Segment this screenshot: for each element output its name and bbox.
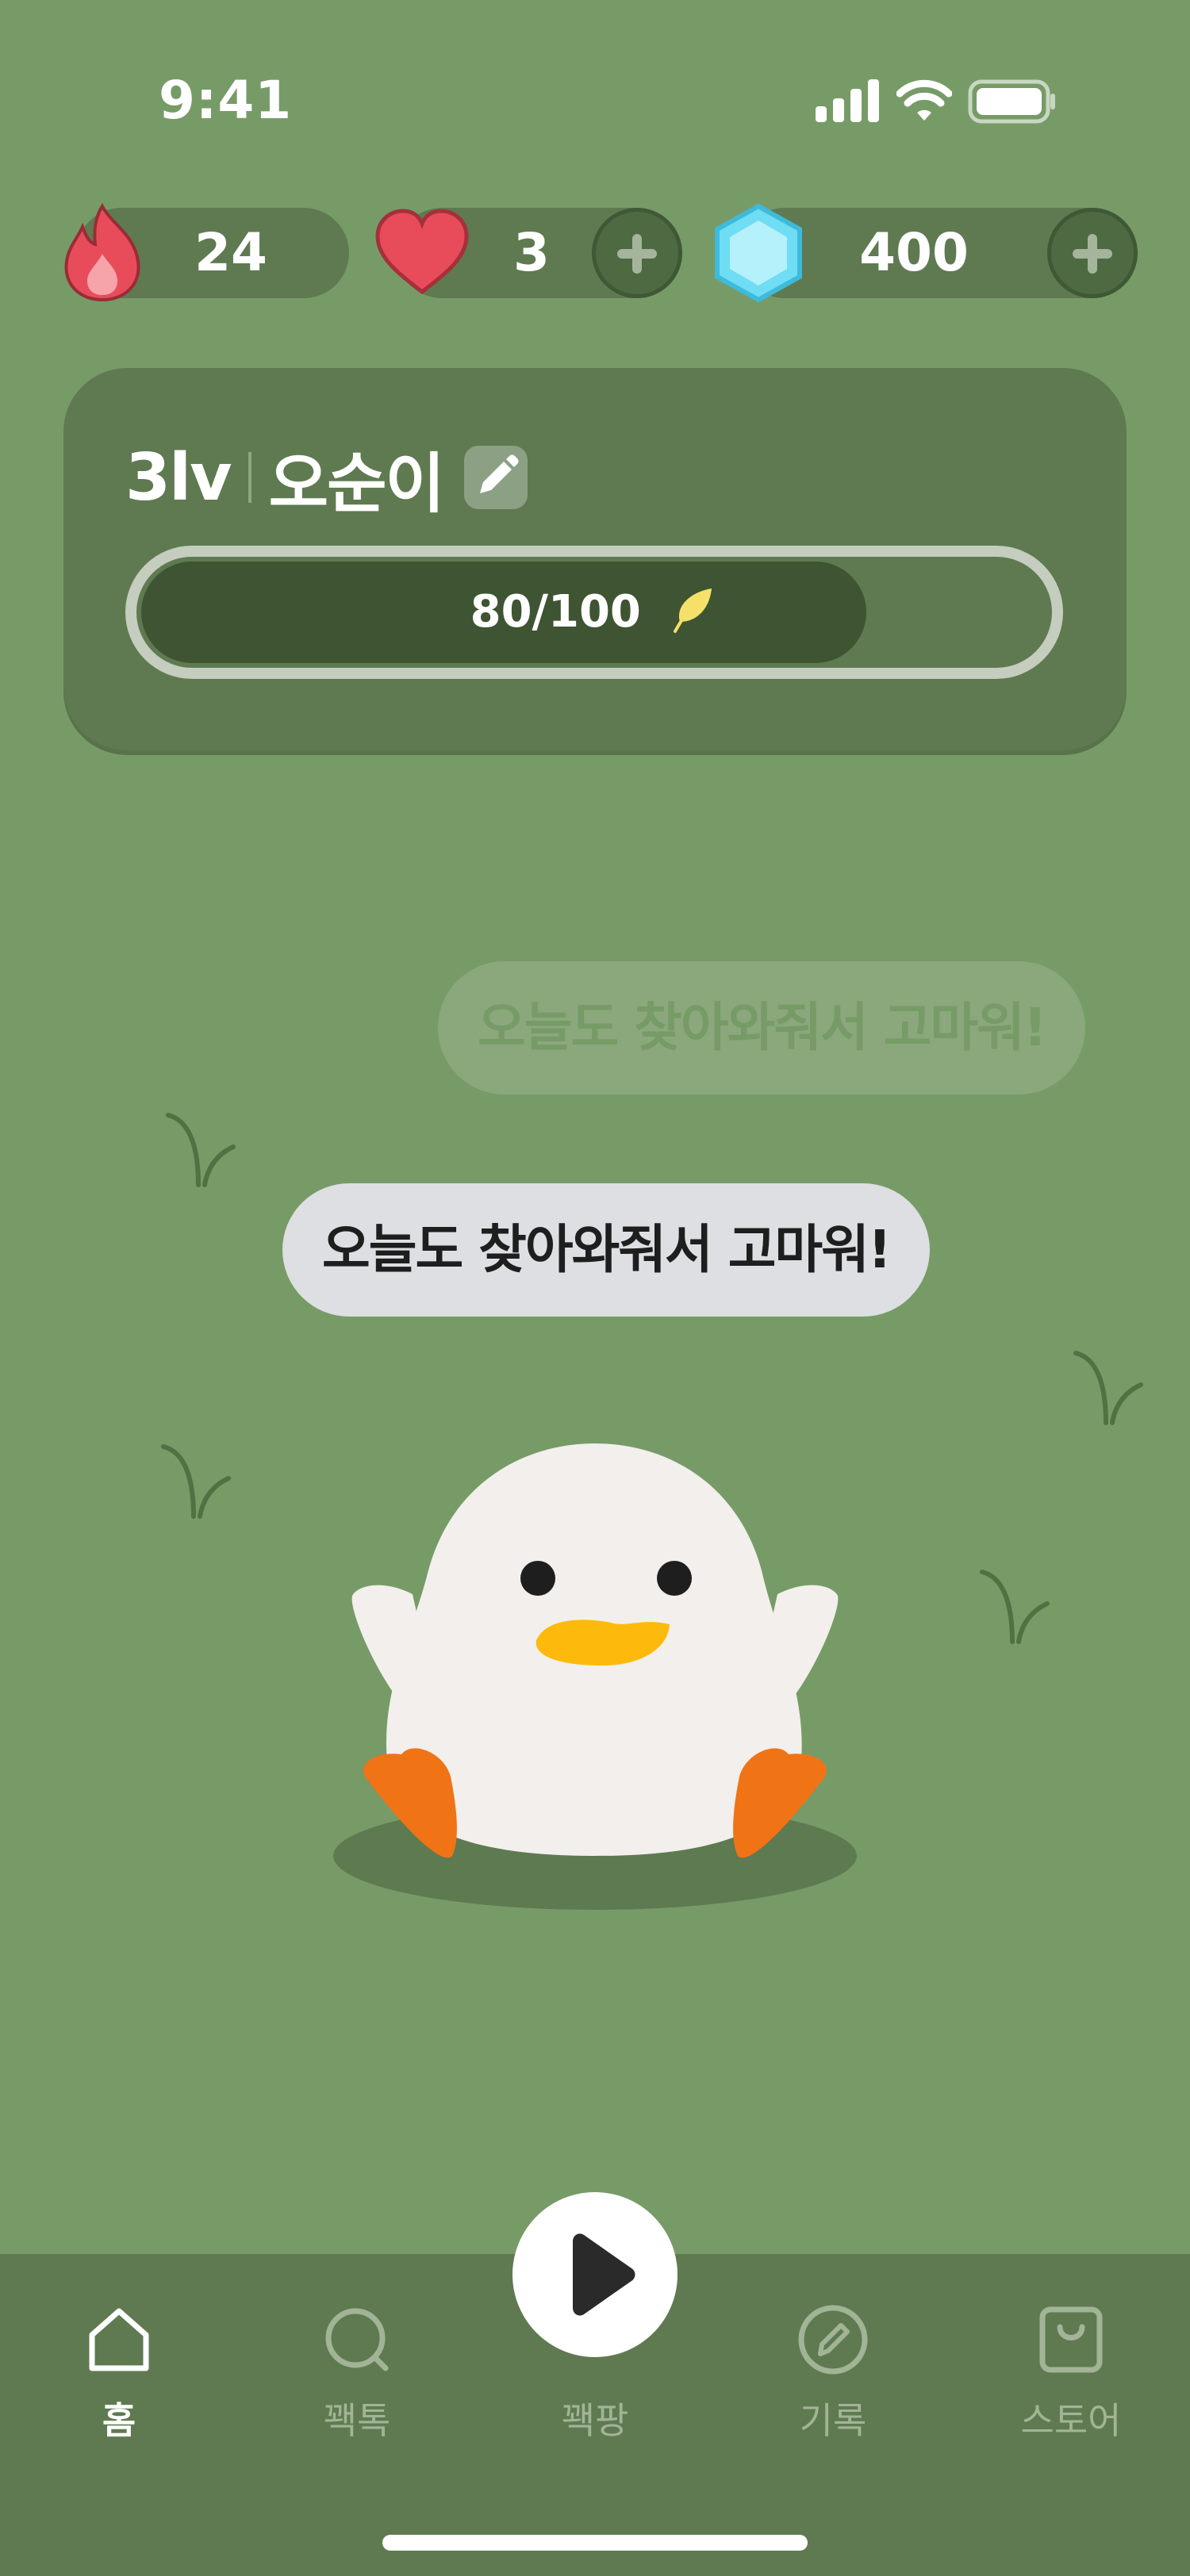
nav-label-play: 꽥팡 xyxy=(561,2399,629,2442)
heart-icon xyxy=(375,209,469,295)
fire-icon xyxy=(64,203,140,302)
speech-bubble-faded: 오늘도 찾아와줘서 고마워! xyxy=(438,961,1085,1094)
nav-item-store[interactable]: 스토어 xyxy=(984,2302,1158,2444)
status-time: 9:41 xyxy=(159,70,293,131)
play-button[interactable] xyxy=(512,2192,678,2357)
divider xyxy=(248,452,251,503)
play-icon xyxy=(573,2233,635,2316)
exp-progress-label: 80/100 xyxy=(136,557,1052,668)
signal-icon xyxy=(816,79,879,122)
nav-label-chat: 꽥톡 xyxy=(323,2399,391,2442)
hearts-count: 3 xyxy=(513,222,550,283)
feather-icon xyxy=(674,588,712,633)
duck-name: 오순이 xyxy=(268,446,445,522)
grass-tuft xyxy=(161,1444,231,1519)
grass-tuft xyxy=(980,1570,1050,1644)
nav-item-home[interactable]: 홈 xyxy=(32,2302,206,2444)
gems-count: 400 xyxy=(859,222,969,283)
nav-label-home: 홈 xyxy=(102,2399,136,2442)
exp-progress-bar: 80/100 xyxy=(125,546,1063,679)
nav-item-records[interactable]: 기록 xyxy=(746,2302,920,2444)
grass-tuft xyxy=(1073,1351,1143,1425)
nav-item-chat[interactable]: 꽥톡 xyxy=(270,2302,444,2444)
level-label: 3lv xyxy=(125,439,232,516)
exp-progress-text: 80/100 xyxy=(470,586,641,638)
nav-label-records: 기록 xyxy=(799,2399,867,2442)
streak-count: 24 xyxy=(194,222,267,283)
speech-bubble: 오늘도 찾아와줘서 고마워! xyxy=(282,1183,930,1317)
add-hearts-button[interactable] xyxy=(592,208,682,298)
gem-icon xyxy=(715,203,802,303)
shopping-bag-icon xyxy=(1039,2306,1103,2373)
profile-card: 3lv 오순이 80/100 xyxy=(63,368,1127,750)
wifi-icon xyxy=(896,79,952,121)
battery-icon xyxy=(968,79,1055,124)
home-indicator xyxy=(382,2535,808,2551)
duck-character[interactable] xyxy=(325,1428,865,1935)
grass-tuft xyxy=(166,1113,236,1187)
profile-header: 3lv 오순이 xyxy=(125,438,528,522)
nav-label-store: 스토어 xyxy=(1020,2399,1122,2442)
edit-name-button[interactable] xyxy=(463,446,528,509)
pencil-icon xyxy=(479,454,519,493)
pencil-icon xyxy=(798,2305,868,2375)
home-icon xyxy=(89,2308,149,2371)
add-gems-button[interactable] xyxy=(1047,208,1138,298)
chat-icon xyxy=(325,2308,389,2371)
